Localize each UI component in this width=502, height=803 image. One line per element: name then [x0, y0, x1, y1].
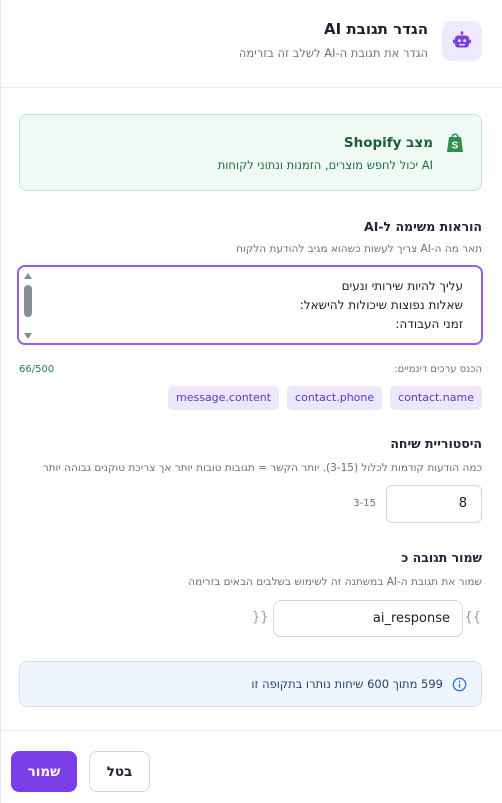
quota-text: 599 מתוך 600 שיחות נותרו בתקופה זו [251, 677, 443, 691]
save-as-hint: שמור את תגובת ה-AI במשתנה זה לשימוש בשלב… [188, 576, 482, 588]
chip-contact-phone[interactable]: contact.phone [287, 386, 383, 410]
variable-name-value: ai_response [372, 611, 450, 626]
textarea-scrollbar[interactable] [23, 273, 33, 339]
chip-contact-name[interactable]: contact.name [390, 386, 482, 410]
instructions-line: עליך להיות שירותי ונעים [341, 279, 463, 293]
cancel-button[interactable]: בטל [89, 751, 150, 792]
quota-info-box: 599 מתוך 600 שיחות נותרו בתקופה זו [19, 661, 482, 707]
brace-open: {{ [464, 610, 481, 625]
robot-icon [442, 21, 482, 61]
svg-text:S: S [452, 141, 459, 152]
panel-header: הגדר תגובת AI הגדר את תגובת ה-AI לשלב זה… [1, 0, 502, 88]
shopify-bag-icon: S [447, 133, 463, 152]
dynamic-values-label: הכנס ערכים דינמיים: [394, 364, 482, 375]
info-icon [452, 677, 467, 692]
instructions-text: עליך להיות שירותי ונעים שאלות נפוצות שיכו… [300, 277, 463, 334]
panel-footer: בטל שמור [1, 730, 502, 803]
shopify-subtitle: AI יכול לחפש מוצרים, הזמנות ונתוני לקוחו… [217, 158, 433, 172]
save-button[interactable]: שמור [11, 751, 77, 792]
ai-response-panel: הגדר תגובת AI הגדר את תגובת ה-AI לשלב זה… [0, 0, 502, 803]
instructions-textarea[interactable]: עליך להיות שירותי ונעים שאלות נפוצות שיכו… [17, 265, 483, 345]
instructions-label: הוראות משימה ל-AI [364, 219, 482, 234]
history-range: 3-15 [353, 498, 376, 509]
history-hint: כמה הודעות קודמות לכלול (3-15). יותר הקש… [42, 462, 482, 474]
save-as-label: שמור תגובה כ [401, 550, 482, 565]
variable-name-input[interactable]: ai_response [273, 600, 463, 637]
panel-subtitle: הגדר את תגובת ה-AI לשלב זה בזרימה [238, 46, 428, 60]
shopify-title: מצב Shopify [343, 135, 433, 151]
brace-close: }} [252, 610, 269, 625]
character-counter: 66/500 [19, 364, 55, 375]
shopify-mode-banner: S מצב Shopify AI יכול לחפש מוצרים, הזמנו… [19, 114, 482, 191]
instructions-line: זמני העבודה: [395, 317, 463, 331]
instructions-line: שאלות נפוצות שיכולות להישאל: [299, 298, 463, 312]
dynamic-value-chips: contact.name contact.phone message.conte… [168, 386, 482, 410]
history-label: היסטוריית שיחה [390, 436, 482, 451]
history-count-input[interactable]: 8 [386, 485, 482, 523]
history-count-value: 8 [458, 496, 467, 511]
panel-title: הגדר תגובת AI [324, 20, 428, 38]
scroll-up-arrow-icon[interactable] [24, 273, 32, 279]
instructions-hint: תאר מה ה-AI צריך לעשות כשהוא מגיב להודעת… [236, 243, 482, 255]
scroll-down-arrow-icon[interactable] [24, 333, 32, 339]
chip-message-content[interactable]: message.content [168, 386, 280, 410]
scrollbar-thumb[interactable] [24, 285, 32, 317]
